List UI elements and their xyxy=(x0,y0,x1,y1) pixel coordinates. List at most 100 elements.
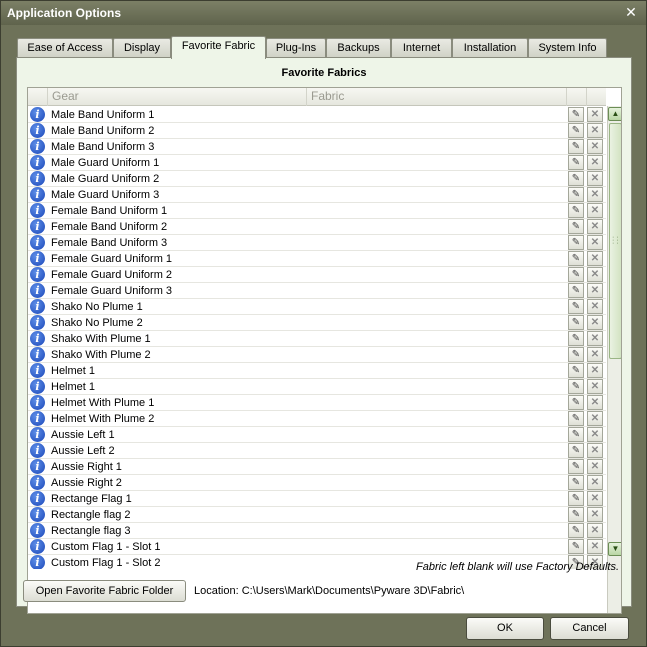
x-icon[interactable]: ✕ xyxy=(587,267,603,282)
pencil-icon[interactable]: ✎ xyxy=(568,171,584,186)
fabric-value[interactable] xyxy=(308,475,564,491)
fabric-value[interactable] xyxy=(308,507,564,523)
fabric-value[interactable] xyxy=(308,171,564,187)
fabric-value[interactable] xyxy=(308,331,564,347)
x-icon[interactable]: ✕ xyxy=(587,491,603,506)
open-favorite-fabric-folder-button[interactable]: Open Favorite Fabric Folder xyxy=(23,580,186,602)
info-icon[interactable]: i xyxy=(30,139,45,154)
fabric-value[interactable] xyxy=(308,219,564,235)
pencil-icon[interactable]: ✎ xyxy=(568,187,584,202)
fabric-value[interactable] xyxy=(308,523,564,539)
cancel-button[interactable]: Cancel xyxy=(550,617,629,640)
x-icon[interactable]: ✕ xyxy=(587,539,603,554)
x-icon[interactable]: ✕ xyxy=(587,251,603,266)
header-fabric[interactable]: Fabric xyxy=(306,88,566,106)
fabric-value[interactable] xyxy=(308,379,564,395)
pencil-icon[interactable]: ✎ xyxy=(568,443,584,458)
table-row[interactable]: i Female Guard Uniform 2 ✎ ✕ xyxy=(28,267,606,283)
fabric-value[interactable] xyxy=(308,155,564,171)
info-icon[interactable]: i xyxy=(30,363,45,378)
x-icon[interactable]: ✕ xyxy=(587,235,603,250)
x-icon[interactable]: ✕ xyxy=(587,219,603,234)
pencil-icon[interactable]: ✎ xyxy=(568,331,584,346)
table-row[interactable]: i Helmet With Plume 2 ✎ ✕ xyxy=(28,411,606,427)
x-icon[interactable]: ✕ xyxy=(587,395,603,410)
info-icon[interactable]: i xyxy=(30,507,45,522)
fabric-value[interactable] xyxy=(308,491,564,507)
pencil-icon[interactable]: ✎ xyxy=(568,523,584,538)
table-row[interactable]: i Shako No Plume 2 ✎ ✕ xyxy=(28,315,606,331)
x-icon[interactable]: ✕ xyxy=(587,203,603,218)
fabric-value[interactable] xyxy=(308,267,564,283)
info-icon[interactable]: i xyxy=(30,235,45,250)
tab-backups[interactable]: Backups xyxy=(326,38,391,58)
fabric-value[interactable] xyxy=(308,123,564,139)
info-icon[interactable]: i xyxy=(30,555,45,569)
pencil-icon[interactable]: ✎ xyxy=(568,315,584,330)
fabric-value[interactable] xyxy=(308,363,564,379)
pencil-icon[interactable]: ✎ xyxy=(568,219,584,234)
table-row[interactable]: i Male Band Uniform 1 ✎ ✕ xyxy=(28,107,606,123)
info-icon[interactable]: i xyxy=(30,187,45,202)
x-icon[interactable]: ✕ xyxy=(587,363,603,378)
info-icon[interactable]: i xyxy=(30,155,45,170)
pencil-icon[interactable]: ✎ xyxy=(568,379,584,394)
table-row[interactable]: i Male Guard Uniform 2 ✎ ✕ xyxy=(28,171,606,187)
pencil-icon[interactable]: ✎ xyxy=(568,123,584,138)
tab-internet[interactable]: Internet xyxy=(391,38,452,58)
info-icon[interactable]: i xyxy=(30,459,45,474)
info-icon[interactable]: i xyxy=(30,251,45,266)
x-icon[interactable]: ✕ xyxy=(587,507,603,522)
pencil-icon[interactable]: ✎ xyxy=(568,139,584,154)
info-icon[interactable]: i xyxy=(30,443,45,458)
table-row[interactable]: i Rectangle flag 3 ✎ ✕ xyxy=(28,523,606,539)
x-icon[interactable]: ✕ xyxy=(587,411,603,426)
x-icon[interactable]: ✕ xyxy=(587,443,603,458)
table-row[interactable]: i Aussie Right 1 ✎ ✕ xyxy=(28,459,606,475)
fabric-value[interactable] xyxy=(308,315,564,331)
x-icon[interactable]: ✕ xyxy=(587,187,603,202)
x-icon[interactable]: ✕ xyxy=(587,379,603,394)
pencil-icon[interactable]: ✎ xyxy=(568,539,584,554)
fabric-value[interactable] xyxy=(308,459,564,475)
ok-button[interactable]: OK xyxy=(466,617,544,640)
pencil-icon[interactable]: ✎ xyxy=(568,459,584,474)
info-icon[interactable]: i xyxy=(30,427,45,442)
x-icon[interactable]: ✕ xyxy=(587,331,603,346)
fabric-value[interactable] xyxy=(308,251,564,267)
x-icon[interactable]: ✕ xyxy=(587,123,603,138)
info-icon[interactable]: i xyxy=(30,539,45,554)
x-icon[interactable]: ✕ xyxy=(587,283,603,298)
chevron-up-icon[interactable]: ▲ xyxy=(608,107,621,121)
fabric-value[interactable] xyxy=(308,443,564,459)
tab-plug-ins[interactable]: Plug-Ins xyxy=(266,38,326,58)
table-row[interactable]: i Male Band Uniform 2 ✎ ✕ xyxy=(28,123,606,139)
pencil-icon[interactable]: ✎ xyxy=(568,411,584,426)
info-icon[interactable]: i xyxy=(30,267,45,282)
x-icon[interactable]: ✕ xyxy=(587,107,603,122)
pencil-icon[interactable]: ✎ xyxy=(568,283,584,298)
tab-favorite-fabric[interactable]: Favorite Fabric xyxy=(171,36,266,59)
info-icon[interactable]: i xyxy=(30,411,45,426)
x-icon[interactable]: ✕ xyxy=(587,315,603,330)
fabric-value[interactable] xyxy=(308,203,564,219)
pencil-icon[interactable]: ✎ xyxy=(568,363,584,378)
info-icon[interactable]: i xyxy=(30,171,45,186)
info-icon[interactable]: i xyxy=(30,123,45,138)
title-bar[interactable]: Application Options ✕ xyxy=(1,1,646,25)
table-row[interactable]: i Male Band Uniform 3 ✎ ✕ xyxy=(28,139,606,155)
tab-system-info[interactable]: System Info xyxy=(528,38,607,58)
x-icon[interactable]: ✕ xyxy=(587,155,603,170)
vertical-scrollbar[interactable]: ▲ · · · · · · ▼ xyxy=(607,106,621,613)
fabric-value[interactable] xyxy=(308,347,564,363)
pencil-icon[interactable]: ✎ xyxy=(568,395,584,410)
table-row[interactable]: i Male Guard Uniform 3 ✎ ✕ xyxy=(28,187,606,203)
tab-installation[interactable]: Installation xyxy=(452,38,528,58)
close-icon[interactable]: ✕ xyxy=(624,5,638,19)
fabric-value[interactable] xyxy=(308,539,564,555)
table-row[interactable]: i Helmet With Plume 1 ✎ ✕ xyxy=(28,395,606,411)
table-row[interactable]: i Female Band Uniform 2 ✎ ✕ xyxy=(28,219,606,235)
table-row[interactable]: i Shako With Plume 2 ✎ ✕ xyxy=(28,347,606,363)
info-icon[interactable]: i xyxy=(30,347,45,362)
fabric-value[interactable] xyxy=(308,395,564,411)
